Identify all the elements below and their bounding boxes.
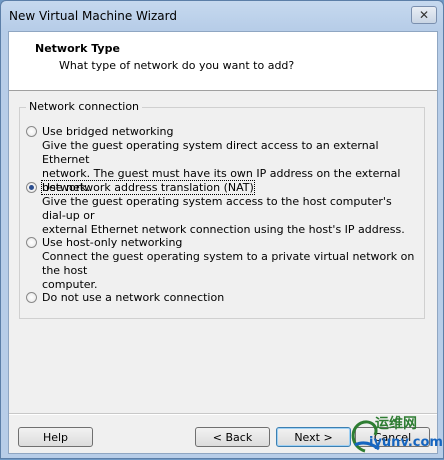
option-bridged-label[interactable]: Use bridged networking (42, 125, 174, 138)
network-connection-group: Network connection Use bridged networkin… (19, 100, 425, 319)
group-label: Network connection (26, 100, 143, 113)
option-nat[interactable]: Use network address translation (NAT) Gi… (26, 180, 418, 237)
desc-line: computer. (42, 278, 98, 291)
watermark-logo: 运维网 iyunv.com (341, 411, 444, 460)
desc-line: external Ethernet network connection usi… (42, 223, 405, 236)
title-bar[interactable]: New Virtual Machine Wizard ✕ (1, 1, 443, 31)
option-nat-desc: Give the guest operating system access t… (42, 195, 418, 237)
wizard-client-area: Network Type What type of network do you… (8, 31, 438, 454)
wizard-header: Network Type What type of network do you… (9, 32, 437, 91)
radio-nat[interactable] (26, 182, 37, 193)
wizard-window: New Virtual Machine Wizard ✕ Network Typ… (0, 0, 444, 459)
option-host-only[interactable]: Use host-only networking Connect the gue… (26, 236, 418, 292)
option-host-only-desc: Connect the guest operating system to a … (42, 250, 418, 292)
page-title: Network Type (35, 42, 120, 55)
desc-line: Give the guest operating system direct a… (42, 139, 379, 166)
option-nat-label[interactable]: Use network address translation (NAT) (41, 180, 255, 195)
page-subtitle: What type of network do you want to add? (59, 59, 295, 72)
radio-host-only[interactable] (26, 237, 37, 248)
next-button[interactable]: Next > (276, 427, 351, 447)
close-icon: ✕ (418, 8, 430, 22)
radio-bridged[interactable] (26, 126, 37, 137)
desc-line: Give the guest operating system access t… (42, 195, 392, 222)
desc-line: Connect the guest operating system to a … (42, 250, 415, 277)
option-host-only-label[interactable]: Use host-only networking (42, 236, 182, 249)
option-no-network-label[interactable]: Do not use a network connection (42, 291, 224, 304)
back-button[interactable]: < Back (195, 427, 270, 447)
window-title: New Virtual Machine Wizard (9, 9, 177, 23)
watermark-en: iyunv.com (369, 435, 443, 450)
option-no-network[interactable]: Do not use a network connection (26, 291, 418, 304)
watermark-cn: 运维网 (375, 416, 417, 432)
close-button[interactable]: ✕ (411, 6, 437, 24)
radio-no-network[interactable] (26, 292, 37, 303)
help-button[interactable]: Help (18, 427, 93, 447)
